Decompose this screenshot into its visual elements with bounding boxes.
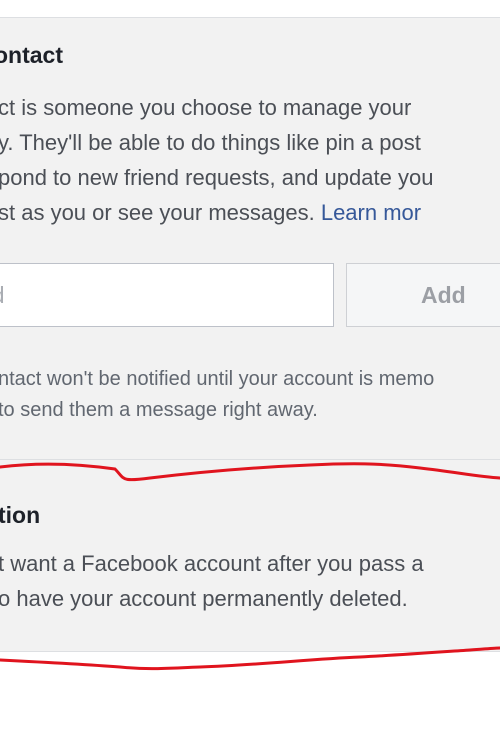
deletion-description: t want a Facebook account after you pass… [0, 546, 424, 616]
legacy-contact-description: ct is someone you choose to manage your … [0, 90, 433, 230]
description-line: st as you or see your messages. [0, 200, 321, 225]
deletion-title: tion [0, 502, 41, 528]
legacy-contact-title: ontact [0, 42, 63, 68]
description-line: pond to new friend requests, and update … [0, 165, 434, 190]
note-line: ntact won't be notified until your accou… [0, 368, 435, 390]
section-divider [0, 459, 500, 460]
legacy-contact-note: ntact won't be notified until your accou… [0, 364, 434, 426]
add-button[interactable]: Add [346, 263, 500, 327]
learn-more-link[interactable]: Learn mor [321, 200, 421, 225]
friend-input-box [0, 263, 334, 327]
deletion-line: t want a Facebook account after you pass… [0, 551, 424, 576]
note-line: to send them a message right away. [0, 399, 318, 421]
description-line: ct is someone you choose to manage your [0, 95, 412, 120]
legacy-contact-friend-input[interactable] [0, 264, 333, 326]
deletion-line: o have your account permanently deleted. [0, 586, 408, 611]
description-line: y. They'll be able to do things like pin… [0, 130, 421, 155]
